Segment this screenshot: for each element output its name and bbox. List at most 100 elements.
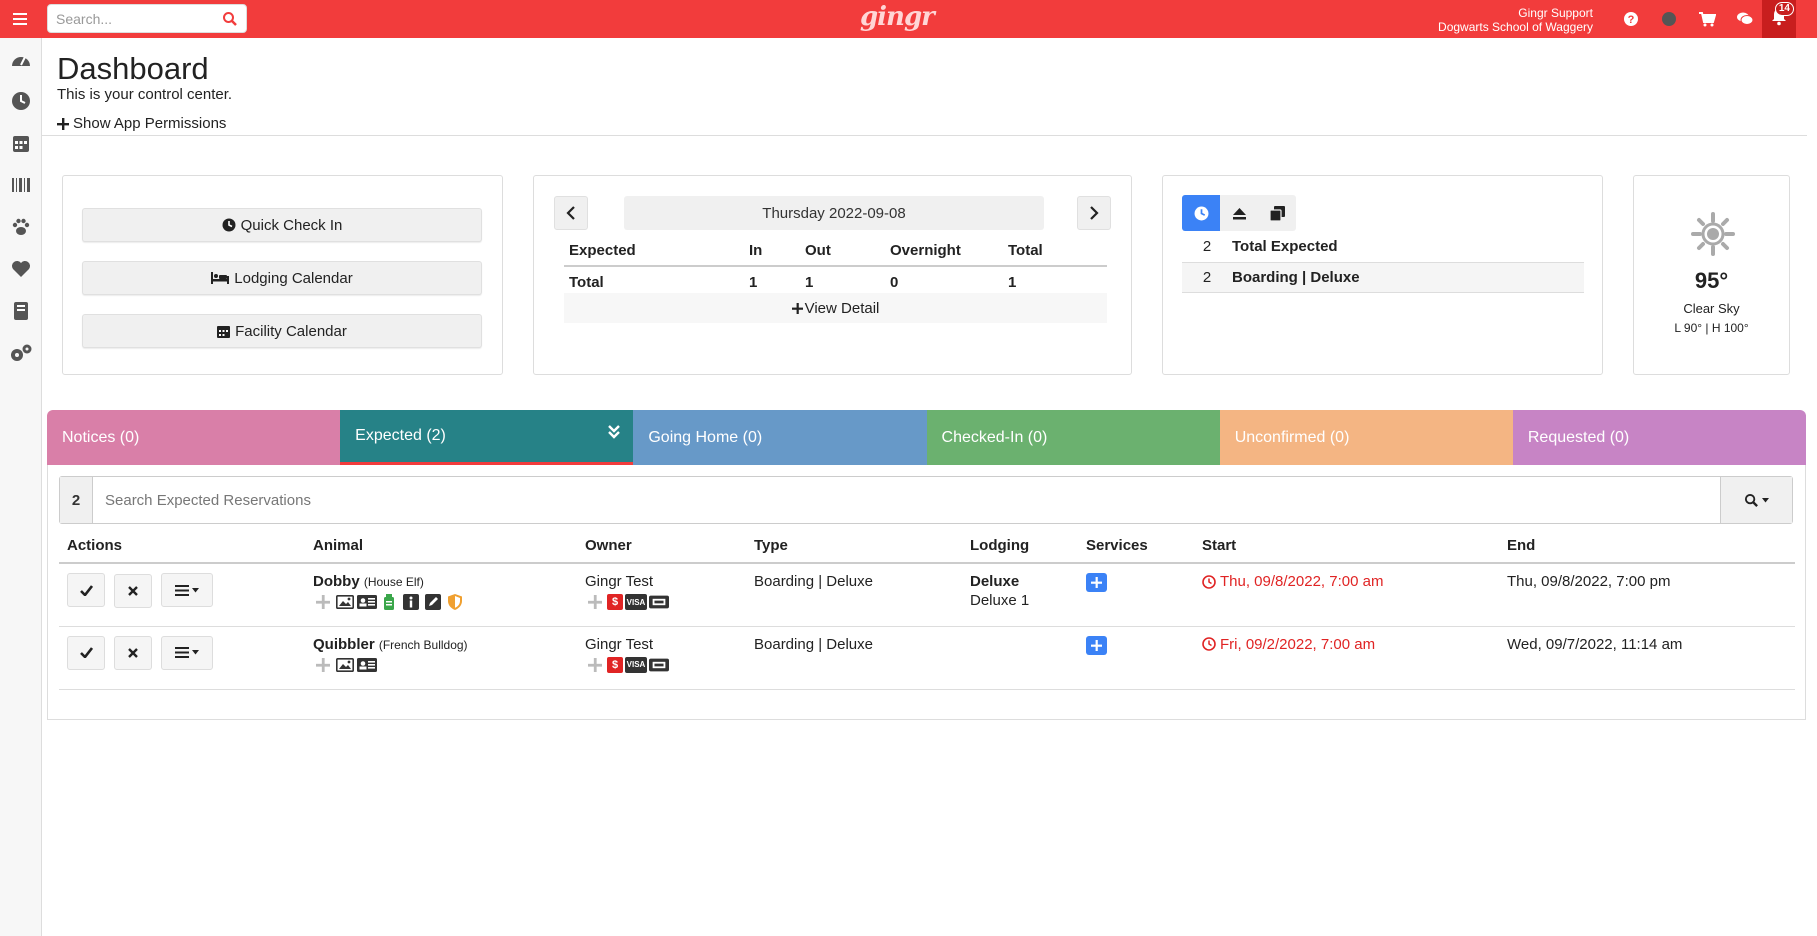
tab-label: Unconfirmed (0) bbox=[1234, 428, 1350, 446]
clock-toggle-button[interactable] bbox=[1182, 195, 1220, 231]
global-search-input[interactable] bbox=[48, 5, 208, 32]
check-in-button[interactable] bbox=[67, 573, 105, 607]
tab-checked-in[interactable]: Checked-In (0) bbox=[926, 410, 1220, 465]
balance-due-icon[interactable]: $ bbox=[607, 594, 623, 610]
facility-calendar-button[interactable]: Facility Calendar bbox=[82, 314, 482, 348]
tab-label: Notices (0) bbox=[62, 428, 140, 446]
balance-due-icon[interactable]: $ bbox=[607, 656, 623, 673]
help-icon[interactable]: ? bbox=[1612, 0, 1650, 38]
heart-icon[interactable] bbox=[0, 248, 42, 290]
summary-label: Total Expected bbox=[1232, 238, 1338, 255]
check-in-button[interactable] bbox=[67, 635, 105, 670]
animal-name-link[interactable]: Quibbler bbox=[313, 636, 375, 653]
barcode-icon[interactable] bbox=[0, 164, 42, 206]
add-icon[interactable] bbox=[585, 657, 605, 673]
summary-count: 2 bbox=[1202, 269, 1212, 286]
status-dot-icon[interactable] bbox=[1650, 0, 1688, 38]
tab-notices[interactable]: Notices (0) bbox=[47, 410, 341, 465]
info-icon[interactable] bbox=[401, 594, 421, 610]
ticket-icon[interactable] bbox=[649, 657, 669, 673]
reservation-search-input[interactable] bbox=[93, 477, 1720, 523]
col-type: Type bbox=[746, 529, 962, 564]
lodging-calendar-button[interactable]: Lodging Calendar bbox=[82, 261, 482, 295]
col-out: Out bbox=[800, 236, 885, 267]
row-services bbox=[1078, 563, 1194, 627]
chat-icon[interactable] bbox=[1726, 0, 1764, 38]
owner-name-link[interactable]: Gingr Test bbox=[585, 573, 653, 590]
weather-panel: 95° Clear Sky L 90° | H 100° bbox=[1633, 175, 1790, 375]
lodging-calendar-label: Lodging Calendar bbox=[234, 269, 353, 287]
photo-icon[interactable] bbox=[335, 594, 355, 610]
owner-name-link[interactable]: Gingr Test bbox=[585, 636, 653, 653]
settings-icon[interactable] bbox=[0, 332, 42, 374]
previous-day-button[interactable] bbox=[554, 196, 588, 230]
cancel-button[interactable] bbox=[114, 573, 153, 608]
tab-unconfirmed[interactable]: Unconfirmed (0) bbox=[1219, 410, 1513, 465]
dashboard-icon[interactable] bbox=[0, 38, 42, 80]
summary-label: Boarding | Deluxe bbox=[1232, 269, 1360, 286]
page-subtitle: This is your control center. bbox=[57, 86, 233, 103]
ticket-icon[interactable] bbox=[649, 594, 669, 610]
tab-expected[interactable]: Expected (2) bbox=[340, 410, 634, 465]
animal-name-link[interactable]: Dobby bbox=[313, 573, 360, 590]
cancel-button[interactable] bbox=[114, 636, 153, 670]
check-icon bbox=[79, 584, 93, 596]
add-service-button[interactable] bbox=[1086, 635, 1107, 655]
search-options-button[interactable] bbox=[1720, 477, 1792, 523]
summary-count: 2 bbox=[1202, 238, 1212, 255]
expected-summary-panel: Thursday 2022-09-08 Expected In Out Over… bbox=[533, 175, 1132, 375]
copy-toggle-button[interactable] bbox=[1258, 195, 1296, 231]
user-info[interactable]: Gingr Support Dogwarts School of Waggery bbox=[1438, 6, 1593, 34]
tab-requested[interactable]: Requested (0) bbox=[1512, 410, 1807, 465]
add-icon[interactable] bbox=[585, 594, 605, 610]
table-row: Dobby (House Elf) Gingr Test $ VISA Boar… bbox=[59, 563, 1795, 627]
reservation-search: 2 bbox=[59, 476, 1793, 524]
summary-row-boarding-deluxe[interactable]: 2 Boarding | Deluxe bbox=[1182, 262, 1584, 293]
notifications-button[interactable]: 14 bbox=[1762, 0, 1796, 38]
row-animal: Quibbler (French Bulldog) bbox=[305, 626, 577, 690]
row-menu-button[interactable] bbox=[161, 573, 214, 607]
row-start: Fri, 09/2/2022, 7:00 am bbox=[1194, 626, 1499, 690]
chevron-right-icon bbox=[1090, 206, 1099, 220]
visa-card-icon[interactable]: VISA bbox=[625, 594, 647, 610]
col-actions: Actions bbox=[59, 529, 305, 564]
clock-icon[interactable] bbox=[0, 80, 42, 122]
view-detail-button[interactable]: View Detail bbox=[564, 293, 1107, 323]
lodging-name: Deluxe bbox=[970, 573, 1020, 590]
shield-icon[interactable] bbox=[445, 594, 465, 610]
cart-icon[interactable] bbox=[1688, 0, 1726, 38]
col-lodging: Lodging bbox=[962, 529, 1078, 564]
eject-toggle-button[interactable] bbox=[1220, 195, 1258, 231]
paw-icon[interactable] bbox=[0, 206, 42, 248]
gingr-logo[interactable]: gingr bbox=[860, 2, 935, 36]
calendar-icon[interactable] bbox=[0, 122, 42, 164]
add-icon[interactable] bbox=[313, 594, 333, 610]
global-search[interactable] bbox=[47, 4, 247, 33]
current-date: Thursday 2022-09-08 bbox=[624, 196, 1044, 230]
tab-label: Expected (2) bbox=[355, 427, 446, 444]
close-icon bbox=[128, 648, 139, 658]
add-icon[interactable] bbox=[313, 657, 333, 673]
vaccine-icon[interactable] bbox=[379, 594, 399, 610]
search-icon[interactable] bbox=[222, 11, 238, 31]
photo-icon[interactable] bbox=[335, 657, 355, 673]
top-bar: gingr Gingr Support Dogwarts School of W… bbox=[0, 0, 1817, 38]
tab-label: Going Home (0) bbox=[648, 428, 763, 446]
id-card-icon[interactable] bbox=[357, 657, 377, 673]
tab-going-home[interactable]: Going Home (0) bbox=[633, 410, 927, 465]
visa-card-icon[interactable]: VISA bbox=[625, 656, 647, 673]
add-service-button[interactable] bbox=[1086, 573, 1107, 592]
svg-text:?: ? bbox=[1628, 14, 1635, 26]
row-lodging bbox=[962, 626, 1078, 690]
show-app-permissions-link[interactable]: Show App Permissions bbox=[57, 115, 226, 132]
quick-check-in-button[interactable]: Quick Check In bbox=[82, 208, 482, 242]
row-menu-button[interactable] bbox=[161, 635, 214, 670]
double-chevron-down-icon[interactable] bbox=[607, 424, 621, 445]
edit-icon[interactable] bbox=[423, 594, 443, 610]
next-day-button[interactable] bbox=[1077, 196, 1111, 230]
id-card-icon[interactable] bbox=[357, 594, 377, 610]
col-start: Start bbox=[1194, 529, 1499, 564]
row-start: Thu, 09/8/2022, 7:00 am bbox=[1194, 563, 1499, 627]
hamburger-menu-icon[interactable] bbox=[8, 8, 32, 30]
book-icon[interactable] bbox=[0, 290, 42, 332]
